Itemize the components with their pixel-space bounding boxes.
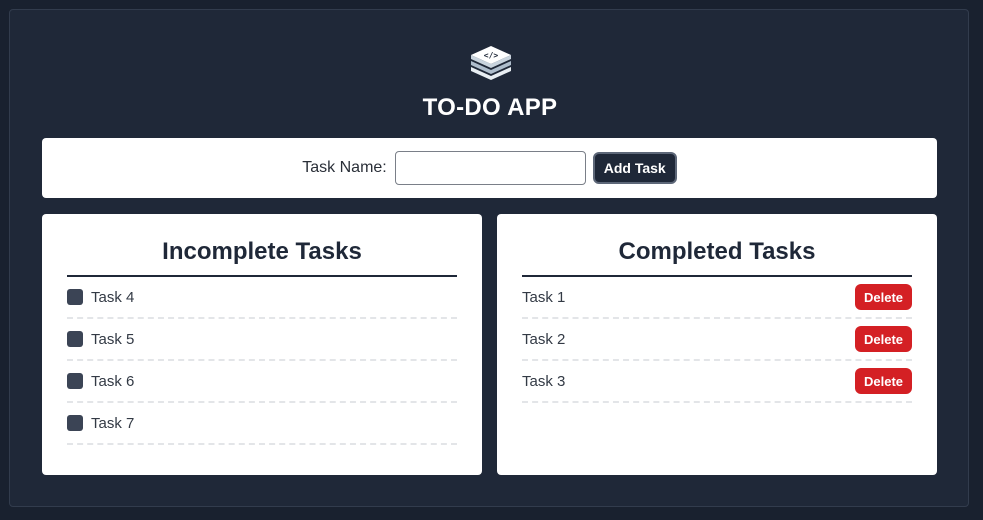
incomplete-task-list: Task 4 Task 5 Task 6 Task 7	[67, 277, 457, 445]
task-checkbox[interactable]	[67, 415, 83, 431]
task-label: Task 4	[91, 288, 135, 306]
incomplete-tasks-panel: Incomplete Tasks Task 4 Task 5 Task 6 Ta…	[42, 214, 482, 475]
app-container: </> TO-DO APP Task Name: Add Task Incomp…	[9, 9, 969, 507]
completed-task-list: Task 1 Delete Task 2 Delete Task 3 Delet…	[522, 277, 912, 403]
layers-code-icon: </>	[471, 46, 511, 80]
delete-button[interactable]: Delete	[855, 326, 912, 352]
list-item: Task 6	[67, 361, 457, 403]
list-item: Task 1 Delete	[522, 277, 912, 319]
task-label: Task 7	[91, 414, 135, 432]
delete-button[interactable]: Delete	[855, 368, 912, 394]
task-checkbox[interactable]	[67, 331, 83, 347]
task-label: Task 6	[91, 372, 135, 390]
svg-text:</>: </>	[484, 51, 499, 60]
task-name-label: Task Name:	[302, 159, 387, 176]
add-task-form: Task Name: Add Task	[42, 138, 937, 198]
list-item: Task 7	[67, 403, 457, 445]
list-item: Task 4	[67, 277, 457, 319]
task-label: Task 2	[522, 330, 566, 348]
task-checkbox[interactable]	[67, 289, 83, 305]
task-label: Task 1	[522, 288, 566, 306]
task-label: Task 3	[522, 372, 566, 390]
completed-tasks-heading: Completed Tasks	[522, 238, 912, 277]
task-checkbox[interactable]	[67, 373, 83, 389]
list-item: Task 3 Delete	[522, 361, 912, 403]
task-label: Task 5	[91, 330, 135, 348]
task-name-input[interactable]	[394, 151, 586, 185]
delete-button[interactable]: Delete	[855, 284, 912, 310]
list-item: Task 2 Delete	[522, 319, 912, 361]
list-item: Task 5	[67, 319, 457, 361]
app-title: TO-DO APP	[422, 94, 558, 121]
add-task-button[interactable]: Add Task	[592, 152, 677, 184]
incomplete-tasks-heading: Incomplete Tasks	[67, 238, 457, 277]
completed-tasks-panel: Completed Tasks Task 1 Delete Task 2 Del…	[497, 214, 937, 475]
